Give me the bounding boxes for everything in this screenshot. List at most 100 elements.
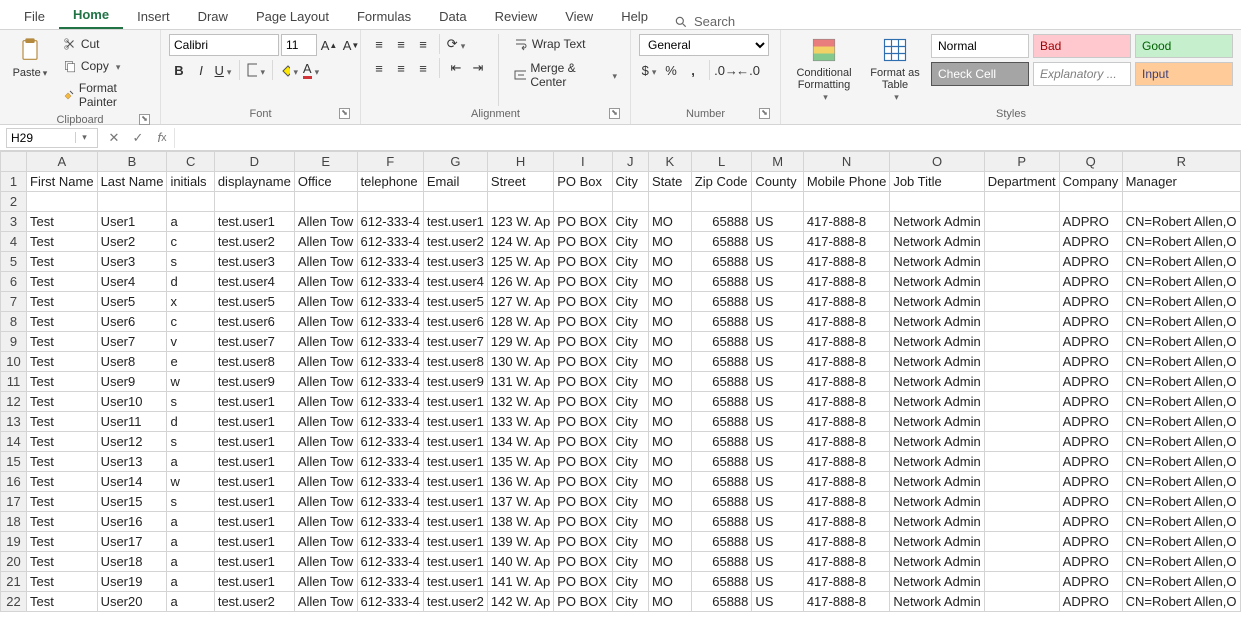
cell[interactable]: Last Name — [97, 172, 167, 192]
cell[interactable]: test.user1 — [423, 532, 487, 552]
row-header-16[interactable]: 16 — [1, 472, 27, 492]
cell[interactable]: 131 W. Ap — [487, 372, 553, 392]
cell[interactable]: Allen Tow — [294, 472, 357, 492]
cell[interactable]: 132 W. Ap — [487, 392, 553, 412]
cell[interactable]: US — [752, 492, 803, 512]
cell[interactable]: MO — [648, 572, 691, 592]
cell[interactable]: CN=Robert Allen,O — [1122, 412, 1240, 432]
cell[interactable]: MO — [648, 312, 691, 332]
row-header-8[interactable]: 8 — [1, 312, 27, 332]
align-right-button[interactable]: ≡ — [413, 58, 433, 78]
cell[interactable]: 612-333-4 — [357, 572, 423, 592]
cell[interactable]: US — [752, 352, 803, 372]
cell[interactable]: 65888 — [691, 552, 752, 572]
cell[interactable]: test.user1 — [214, 432, 294, 452]
cell[interactable]: s — [167, 252, 214, 272]
style-explanatory[interactable]: Explanatory ... — [1033, 62, 1131, 86]
percent-button[interactable]: % — [661, 60, 681, 80]
cell[interactable]: 612-333-4 — [357, 472, 423, 492]
cell[interactable]: Test — [27, 372, 98, 392]
cell[interactable]: 417-888-8 — [803, 332, 890, 352]
cell[interactable]: Test — [27, 592, 98, 612]
cell[interactable]: 417-888-8 — [803, 232, 890, 252]
cell[interactable]: 65888 — [691, 332, 752, 352]
cell[interactable]: 124 W. Ap — [487, 232, 553, 252]
cell[interactable]: 417-888-8 — [803, 212, 890, 232]
decrease-indent-button[interactable]: ⇤ — [446, 58, 466, 78]
cell[interactable]: 134 W. Ap — [487, 432, 553, 452]
tab-page-layout[interactable]: Page Layout — [242, 3, 343, 29]
cell[interactable]: US — [752, 272, 803, 292]
cell[interactable]: CN=Robert Allen,O — [1122, 292, 1240, 312]
cut-button[interactable]: Cut — [58, 34, 152, 54]
cell[interactable]: 126 W. Ap — [487, 272, 553, 292]
cell[interactable]: d — [167, 412, 214, 432]
cell[interactable]: PO BOX — [554, 472, 612, 492]
cell[interactable]: s — [167, 492, 214, 512]
cell[interactable]: PO BOX — [554, 452, 612, 472]
cell[interactable]: Allen Tow — [294, 492, 357, 512]
cell[interactable]: 133 W. Ap — [487, 412, 553, 432]
cell[interactable]: User20 — [97, 592, 167, 612]
cell[interactable]: CN=Robert Allen,O — [1122, 332, 1240, 352]
cell[interactable]: MO — [648, 232, 691, 252]
number-format-select[interactable]: General — [639, 34, 769, 56]
cell[interactable]: User11 — [97, 412, 167, 432]
cell[interactable]: ADPRO — [1059, 212, 1122, 232]
fill-color-button[interactable] — [279, 60, 299, 80]
cell[interactable]: 612-333-4 — [357, 412, 423, 432]
cell[interactable]: Network Admin — [890, 452, 984, 472]
cell[interactable]: User5 — [97, 292, 167, 312]
cell[interactable]: test.user3 — [214, 252, 294, 272]
cell[interactable]: 65888 — [691, 472, 752, 492]
cell[interactable]: City — [612, 532, 648, 552]
cell[interactable]: Network Admin — [890, 472, 984, 492]
cell[interactable]: User16 — [97, 512, 167, 532]
cell[interactable]: test.user2 — [214, 232, 294, 252]
cell[interactable]: 125 W. Ap — [487, 252, 553, 272]
cell[interactable]: MO — [648, 512, 691, 532]
cell[interactable]: CN=Robert Allen,O — [1122, 512, 1240, 532]
cell[interactable]: Zip Code — [691, 172, 752, 192]
cell[interactable] — [984, 592, 1059, 612]
merge-center-button[interactable]: Merge & Center — [509, 58, 622, 92]
cell[interactable]: US — [752, 592, 803, 612]
row-header-15[interactable]: 15 — [1, 452, 27, 472]
cell[interactable]: PO BOX — [554, 412, 612, 432]
cell[interactable] — [984, 492, 1059, 512]
cell[interactable]: e — [167, 352, 214, 372]
cell[interactable]: 417-888-8 — [803, 392, 890, 412]
cell[interactable]: First Name — [27, 172, 98, 192]
cell[interactable]: User19 — [97, 572, 167, 592]
cell[interactable]: test.user3 — [423, 252, 487, 272]
cell[interactable]: 612-333-4 — [357, 532, 423, 552]
cell[interactable]: ADPRO — [1059, 572, 1122, 592]
font-color-button[interactable]: A — [301, 60, 321, 80]
cell[interactable]: City — [612, 352, 648, 372]
cell[interactable]: a — [167, 532, 214, 552]
cell[interactable]: test.user1 — [214, 472, 294, 492]
cell[interactable]: ADPRO — [1059, 472, 1122, 492]
cell[interactable] — [984, 212, 1059, 232]
cell[interactable]: Company — [1059, 172, 1122, 192]
cell[interactable]: Allen Tow — [294, 452, 357, 472]
cell[interactable]: 65888 — [691, 252, 752, 272]
style-bad[interactable]: Bad — [1033, 34, 1131, 58]
font-size-input[interactable] — [281, 34, 317, 56]
row-header-12[interactable]: 12 — [1, 392, 27, 412]
cell[interactable]: CN=Robert Allen,O — [1122, 372, 1240, 392]
cell[interactable]: a — [167, 452, 214, 472]
cell[interactable]: c — [167, 232, 214, 252]
cell[interactable]: 65888 — [691, 572, 752, 592]
cell[interactable]: x — [167, 292, 214, 312]
cell[interactable]: c — [167, 312, 214, 332]
cell[interactable]: CN=Robert Allen,O — [1122, 252, 1240, 272]
cell[interactable] — [97, 192, 167, 212]
cell[interactable]: 417-888-8 — [803, 312, 890, 332]
cell[interactable]: Mobile Phone — [803, 172, 890, 192]
alignment-launcher[interactable]: ⬊ — [609, 108, 620, 119]
cell[interactable] — [984, 412, 1059, 432]
cell[interactable]: test.user7 — [423, 332, 487, 352]
cell[interactable]: a — [167, 572, 214, 592]
cell[interactable]: 612-333-4 — [357, 592, 423, 612]
